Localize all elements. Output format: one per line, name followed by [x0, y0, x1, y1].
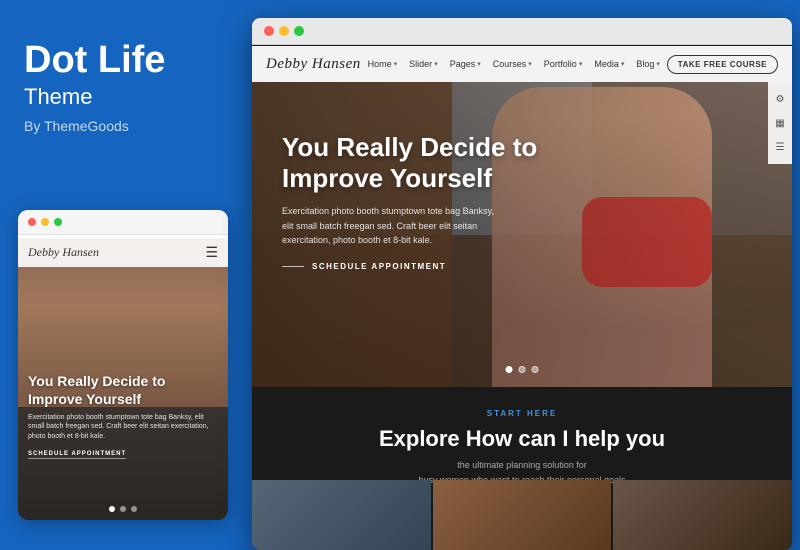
mobile-preview: Debby Hansen ☰ You Really Decide to Impr…: [18, 210, 228, 520]
mobile-page-dot-3: [131, 506, 137, 512]
mobile-hero-content: You Really Decide to Improve Yourself Ex…: [28, 372, 218, 460]
desktop-dot-yellow: [279, 26, 289, 36]
nav-link-blog[interactable]: Blog ▾: [636, 59, 660, 69]
hero-pagination: [506, 366, 539, 373]
theme-by: By ThemeGoods: [24, 118, 216, 134]
chevron-down-icon: ▾: [621, 60, 625, 68]
hero-heading-line1: You Really Decide to: [282, 132, 537, 162]
mobile-hero-body: Exercitation photo booth stumptown tote …: [28, 413, 218, 442]
chevron-down-icon: ▾: [477, 60, 481, 68]
desktop-logo: Debby Hansen: [266, 56, 361, 73]
mobile-dot-red: [28, 218, 36, 226]
desktop-dots-bar: [252, 18, 792, 45]
hero-heading: You Really Decide to Improve Yourself: [282, 132, 537, 194]
nav-link-home[interactable]: Home ▾: [368, 59, 398, 69]
theme-title: Dot Life: [24, 40, 216, 82]
hero-schedule-line: [282, 266, 304, 267]
chevron-down-icon: ▾: [434, 60, 438, 68]
chevron-down-icon: ▾: [528, 60, 532, 68]
mobile-dots-bar: [18, 210, 228, 235]
theme-subtitle: Theme: [24, 84, 216, 110]
bottom-thumbnails: [252, 480, 792, 550]
mobile-page-dot-1: [109, 506, 115, 512]
desktop-hero: You Really Decide to Improve Yourself Ex…: [252, 82, 792, 387]
desktop-dot-red: [264, 26, 274, 36]
hero-schedule-row: SCHEDULE APPOINTMENT: [282, 262, 537, 271]
nav-link-media[interactable]: Media ▾: [594, 59, 624, 69]
thumbnail-1: [252, 480, 431, 550]
mobile-nav: Debby Hansen ☰: [18, 238, 228, 267]
menu-icon[interactable]: ☰: [773, 140, 787, 154]
hero-page-dot-1: [506, 366, 513, 373]
hero-page-dot-3: [532, 366, 539, 373]
nav-link-courses[interactable]: Courses ▾: [493, 59, 532, 69]
left-panel: Dot Life Theme By ThemeGoods Debby Hanse…: [0, 0, 240, 550]
chevron-down-icon: ▾: [394, 60, 398, 68]
grid-icon[interactable]: ▦: [773, 116, 787, 130]
start-here-label: START HERE: [487, 409, 558, 418]
hero-heading-line2: Improve Yourself: [282, 163, 492, 193]
nav-link-portfolio[interactable]: Portfolio ▾: [544, 59, 583, 69]
chevron-down-icon: ▾: [579, 60, 583, 68]
desktop-nav-links: Home ▾ Slider ▾ Pages ▾ Courses ▾ Portfo…: [368, 59, 660, 69]
thumbnail-2: [433, 480, 612, 550]
explore-subtext-line1: the ultimate planning solution for: [457, 460, 587, 470]
hero-page-dot-2: [519, 366, 526, 373]
hero-schedule-button[interactable]: SCHEDULE APPOINTMENT: [312, 262, 446, 271]
desktop-preview: Debby Hansen Home ▾ Slider ▾ Pages ▾ Cou…: [252, 18, 792, 550]
settings-icon[interactable]: ⚙: [773, 92, 787, 106]
hero-body-text: Exercitation photo booth stumptown tote …: [282, 204, 502, 247]
nav-link-pages[interactable]: Pages ▾: [450, 59, 481, 69]
mobile-logo: Debby Hansen: [28, 245, 99, 260]
mobile-dot-yellow: [41, 218, 49, 226]
mobile-pagination: [18, 506, 228, 512]
mobile-schedule-button[interactable]: SCHEDULE APPOINTMENT: [28, 451, 126, 459]
mobile-hero: You Really Decide to Improve Yourself Ex…: [18, 238, 228, 520]
mobile-hero-title: You Really Decide to Improve Yourself: [28, 372, 218, 408]
thumbnail-3: [613, 480, 792, 550]
desktop-nav: Debby Hansen Home ▾ Slider ▾ Pages ▾ Cou…: [252, 46, 792, 82]
nav-link-slider[interactable]: Slider ▾: [409, 59, 438, 69]
mobile-page-dot-2: [120, 506, 126, 512]
explore-heading: Explore How can I help you: [379, 426, 665, 452]
mobile-dot-green: [54, 218, 62, 226]
chevron-down-icon: ▾: [656, 60, 660, 68]
desktop-bottom-section: START HERE Explore How can I help you th…: [252, 387, 792, 550]
hero-content: You Really Decide to Improve Yourself Ex…: [282, 132, 537, 271]
mobile-hamburger-icon[interactable]: ☰: [205, 244, 218, 261]
take-free-course-button[interactable]: TAKE FREE COURSE: [667, 55, 778, 74]
desktop-sidebar-icons: ⚙ ▦ ☰: [768, 82, 792, 164]
desktop-dot-green: [294, 26, 304, 36]
